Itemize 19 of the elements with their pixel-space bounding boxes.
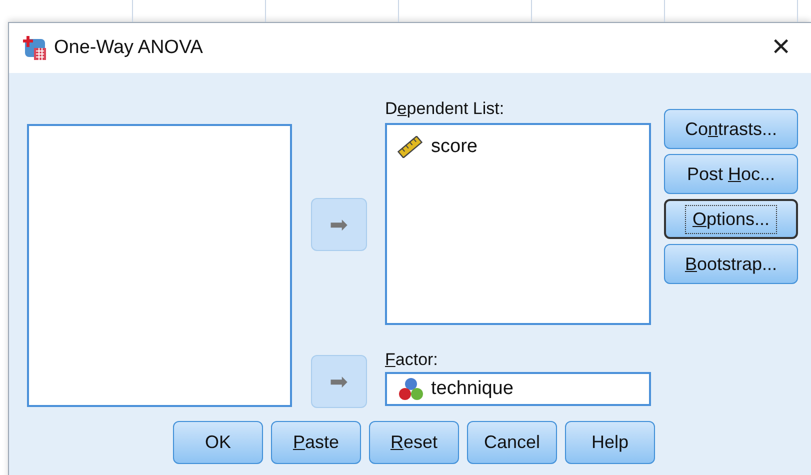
nominal-variable-icon — [397, 377, 425, 401]
close-button[interactable]: ✕ — [763, 36, 799, 60]
dependent-list[interactable]: score — [385, 123, 651, 325]
factor-field[interactable]: technique — [385, 372, 651, 406]
dialog-button[interactable]: Bootstrap... — [664, 244, 798, 284]
dialog-button[interactable]: Cancel — [467, 421, 557, 464]
dependent-list-label: Dependent List: — [385, 99, 506, 119]
variable-list[interactable] — [27, 124, 292, 407]
window-title: One-Way ANOVA — [54, 36, 203, 60]
dialog-button[interactable]: Contrasts... — [664, 109, 798, 149]
dialog-button[interactable]: Help — [565, 421, 655, 464]
dialog-button[interactable]: Post Hoc... — [664, 154, 798, 194]
app-icon — [22, 35, 48, 61]
dialog-button[interactable]: Reset — [369, 421, 459, 464]
factor-label: Factor: — [385, 350, 439, 370]
dialog-button[interactable]: OK — [173, 421, 263, 464]
dialog-button[interactable]: Options... — [664, 199, 798, 239]
variable-name: score — [431, 135, 478, 159]
dialog-button[interactable]: Paste — [271, 421, 361, 464]
